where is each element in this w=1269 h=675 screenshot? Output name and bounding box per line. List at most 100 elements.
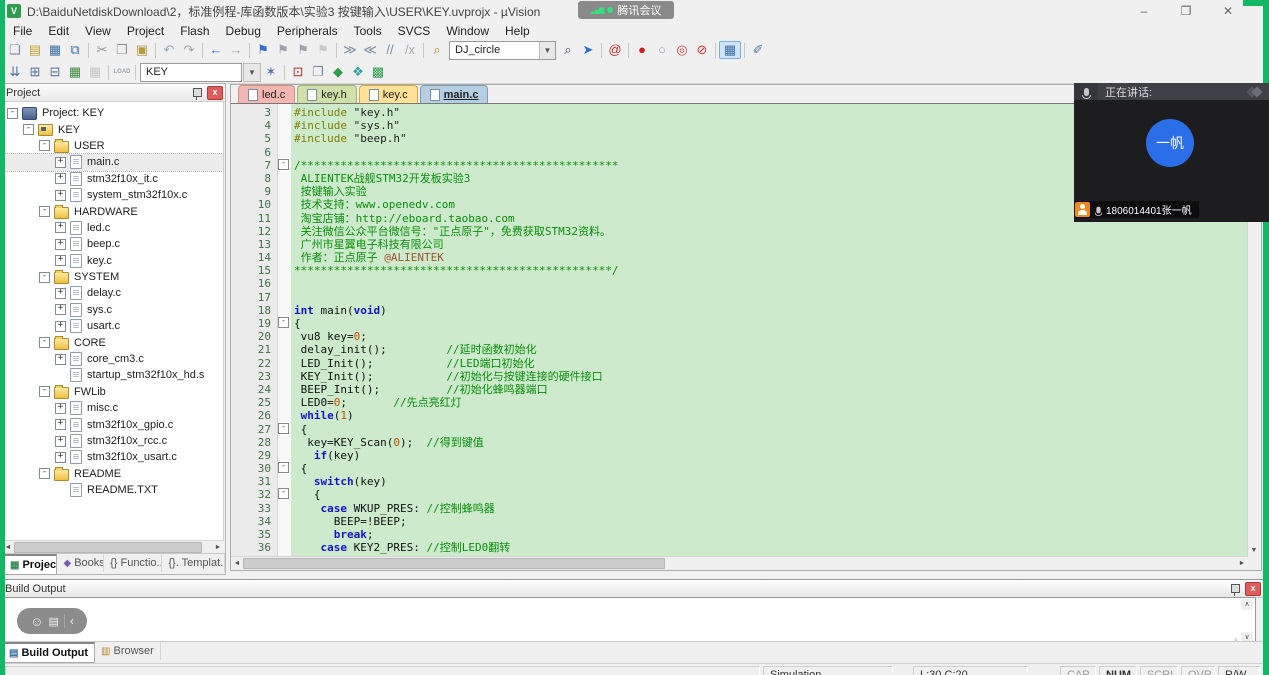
manage-project-items-icon[interactable]: ⊡ bbox=[288, 63, 308, 81]
scroll-thumb[interactable] bbox=[14, 542, 202, 553]
kill-breakpoints-icon[interactable]: ⊘ bbox=[692, 41, 712, 59]
fold-collapse-icon[interactable]: - bbox=[277, 462, 290, 475]
navigate-back-icon[interactable]: ← bbox=[206, 41, 226, 59]
tab-browser[interactable]: ▥Browser bbox=[95, 642, 161, 660]
insert-bookmark-icon[interactable]: ⚑ bbox=[253, 41, 273, 59]
uncomment-icon[interactable]: /x bbox=[400, 41, 420, 59]
fold-collapse-icon[interactable]: - bbox=[277, 159, 290, 172]
configure-icon[interactable]: ✐ bbox=[748, 41, 768, 59]
tree-item-core[interactable]: -CORE bbox=[3, 334, 223, 350]
paste-icon[interactable]: ▣ bbox=[132, 41, 152, 59]
batch-build-icon[interactable]: ▦ bbox=[65, 63, 85, 81]
save-icon[interactable]: ▦ bbox=[45, 41, 65, 59]
tab-key-h[interactable]: key.h bbox=[297, 85, 356, 103]
scroll-left-icon[interactable]: ◄ bbox=[231, 558, 243, 569]
rebuild-icon[interactable]: ⊟ bbox=[45, 63, 65, 81]
select-packs-icon[interactable]: ❖ bbox=[348, 63, 368, 81]
expand-icon[interactable]: + bbox=[55, 304, 66, 315]
fold-collapse-icon[interactable]: - bbox=[277, 488, 290, 501]
scroll-thumb[interactable] bbox=[243, 558, 665, 569]
debug-windows-icon[interactable]: ▦ ▾ bbox=[719, 41, 741, 59]
scroll-up-icon[interactable]: ∧ bbox=[1241, 599, 1253, 610]
tree-item-led-c[interactable]: +led.c bbox=[3, 220, 223, 236]
menu-edit[interactable]: Edit bbox=[40, 24, 77, 38]
options-for-target-icon[interactable]: ✶ bbox=[261, 63, 281, 81]
scroll-right-icon[interactable]: ► bbox=[1236, 558, 1248, 569]
menu-window[interactable]: Window bbox=[438, 24, 497, 38]
menu-tools[interactable]: Tools bbox=[346, 24, 390, 38]
undo-icon[interactable]: ↶ bbox=[159, 41, 179, 59]
tencent-meeting-pill[interactable]: ▂▄▆ 腾讯会议 bbox=[578, 1, 674, 19]
tree-item-system-stm32f10x-c[interactable]: +system_stm32f10x.c bbox=[3, 187, 223, 203]
tab-functio[interactable]: {} Functio... bbox=[104, 554, 162, 572]
build-vscrollbar[interactable]: ∧ ∨ bbox=[1241, 599, 1254, 643]
tree-item-key[interactable]: -KEY bbox=[3, 121, 223, 137]
tree-item-system[interactable]: -SYSTEM bbox=[3, 269, 223, 285]
manage-rte-icon[interactable]: ◆ bbox=[328, 63, 348, 81]
expand-icon[interactable]: + bbox=[55, 452, 66, 463]
menu-peripherals[interactable]: Peripherals bbox=[269, 24, 346, 38]
tab-templat[interactable]: {}. Templat... bbox=[162, 554, 225, 572]
expand-icon[interactable]: + bbox=[55, 222, 66, 233]
emoji-icon[interactable]: ☺ bbox=[30, 614, 43, 629]
lookup-at-icon[interactable]: @ bbox=[605, 41, 625, 59]
collapse-icon[interactable]: - bbox=[39, 337, 50, 348]
menu-flash[interactable]: Flash bbox=[172, 24, 217, 38]
pack-installer-icon[interactable]: ▩ bbox=[368, 63, 388, 81]
tree-item-delay-c[interactable]: +delay.c bbox=[3, 285, 223, 301]
scroll-down-icon[interactable]: ▼ bbox=[1248, 545, 1260, 556]
run-to-cursor-icon[interactable]: ➤ bbox=[578, 41, 598, 59]
menu-file[interactable]: File bbox=[5, 24, 40, 38]
meeting-reaction-bar[interactable]: ☺ ▤ ‹ bbox=[17, 608, 87, 634]
tab-main-c[interactable]: main.c bbox=[420, 85, 489, 103]
comment-icon[interactable]: // bbox=[380, 41, 400, 59]
indent-icon[interactable]: ≫ bbox=[340, 41, 360, 59]
tree-item-readme-txt[interactable]: README.TXT bbox=[3, 482, 223, 498]
tree-item-misc-c[interactable]: +misc.c bbox=[3, 400, 223, 416]
tab-project[interactable]: ▦Project bbox=[3, 554, 57, 575]
collapse-icon[interactable]: - bbox=[39, 206, 50, 217]
tree-item-stm32f10x-gpio-c[interactable]: +stm32f10x_gpio.c bbox=[3, 416, 223, 432]
tab-key-c[interactable]: key.c bbox=[359, 85, 418, 103]
toggle-breakpoint-icon[interactable]: ○ bbox=[652, 41, 672, 59]
tab-led-c[interactable]: led.c bbox=[238, 85, 295, 103]
tree-item-core-cm3-c[interactable]: +core_cm3.c bbox=[3, 351, 223, 367]
tab-build-output[interactable]: ▤Build Output bbox=[2, 642, 95, 663]
minimize-button[interactable]: – bbox=[1123, 1, 1165, 22]
tree-item-main-c[interactable]: +main.c bbox=[3, 154, 223, 170]
save-all-icon[interactable]: ⧉ bbox=[65, 41, 85, 59]
collapse-icon[interactable]: - bbox=[39, 386, 50, 397]
tree-item-user[interactable]: -USER bbox=[3, 138, 223, 154]
meeting-video-tile[interactable]: 一帆 1806014401张一帆 bbox=[1074, 100, 1269, 222]
expand-icon[interactable]: + bbox=[55, 173, 66, 184]
tree-item-hardware[interactable]: -HARDWARE bbox=[3, 203, 223, 219]
expand-icon[interactable]: + bbox=[55, 354, 66, 365]
editor-hscrollbar[interactable]: ◄ ► bbox=[231, 556, 1248, 569]
clear-bookmarks-icon[interactable]: ⚑ bbox=[313, 41, 333, 59]
open-file-icon[interactable]: ▤ bbox=[25, 41, 45, 59]
expand-icon[interactable]: + bbox=[55, 403, 66, 414]
disable-breakpoints-icon[interactable]: ◎ bbox=[672, 41, 692, 59]
download-icon[interactable]: LOAD bbox=[112, 63, 132, 81]
search-combo-dropdown-icon[interactable]: ▼ bbox=[539, 42, 555, 59]
scroll-right-icon[interactable]: ► bbox=[212, 542, 224, 553]
pin-icon[interactable] bbox=[1231, 584, 1240, 593]
file-extensions-icon[interactable]: ❐ bbox=[308, 63, 328, 81]
maximize-button[interactable]: ❐ bbox=[1165, 1, 1207, 22]
expand-icon[interactable]: + bbox=[55, 190, 66, 201]
menu-view[interactable]: View bbox=[77, 24, 119, 38]
copy-icon[interactable]: ❐ bbox=[112, 41, 132, 59]
next-bookmark-icon[interactable]: ⚑ bbox=[293, 41, 313, 59]
previous-bookmark-icon[interactable]: ⚑ bbox=[273, 41, 293, 59]
translate-icon[interactable]: ⇊ bbox=[5, 63, 25, 81]
collapse-icon[interactable]: - bbox=[39, 468, 50, 479]
outdent-icon[interactable]: ≪ bbox=[360, 41, 380, 59]
fold-collapse-icon[interactable]: - bbox=[277, 317, 290, 330]
expand-icon[interactable]: + bbox=[55, 288, 66, 299]
tree-item-fwlib[interactable]: -FWLib bbox=[3, 384, 223, 400]
expand-icon[interactable]: + bbox=[55, 255, 66, 266]
cut-icon[interactable]: ✂ bbox=[92, 41, 112, 59]
target-combo-dropdown-icon[interactable]: ▼ bbox=[243, 63, 261, 82]
collapse-icon[interactable]: - bbox=[39, 272, 50, 283]
find-next-icon[interactable]: ⌕ bbox=[558, 41, 578, 59]
